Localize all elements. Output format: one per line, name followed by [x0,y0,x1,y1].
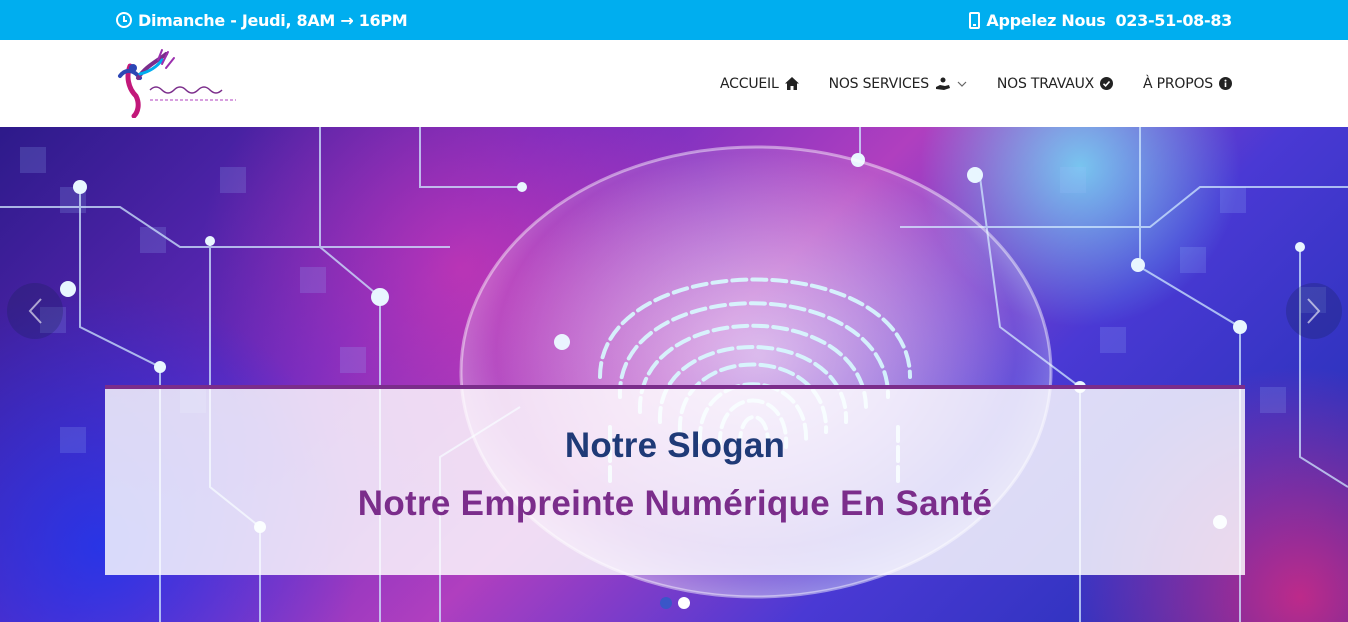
top-info-bar: Dimanche - Jeudi, 8AM → 16PM Appelez Nou… [0,0,1348,40]
nav-travaux[interactable]: NOS TRAVAUX [996,75,1114,92]
main-navbar: ACCUEIL NOS SERVICES NOS TRAVAUX À PROPO… [0,40,1348,127]
chevron-left-icon [28,298,42,324]
slider-dot-1[interactable] [660,597,672,609]
slider-next-button[interactable] [1286,283,1342,339]
chevron-right-icon [1307,298,1321,324]
nav-apropos-label: À PROPOS [1143,75,1213,92]
logo-icon[interactable] [116,48,242,118]
hero-slider: Notre Slogan Notre Empreinte Numérique E… [0,127,1348,622]
opening-hours: Dimanche - Jeudi, 8AM → 16PM [116,0,408,40]
opening-hours-text: Dimanche - Jeudi, 8AM → 16PM [138,10,408,30]
nav-apropos[interactable]: À PROPOS [1143,76,1232,92]
slogan-title: Notre Slogan [564,426,786,465]
info-icon [1219,77,1232,90]
hand-service-icon [935,77,950,90]
slider-prev-button[interactable] [7,283,63,339]
clock-icon [116,12,132,28]
slider-dot-2[interactable] [678,597,690,609]
nav-accueil[interactable]: ACCUEIL [720,76,799,92]
chevron-down-icon [957,81,967,87]
phone-number[interactable]: 023-51-08-83 [1115,11,1232,30]
slide-caption: Notre Slogan Notre Empreinte Numérique E… [105,385,1245,575]
nav-accueil-label: ACCUEIL [720,75,779,92]
slider-indicators [660,597,690,609]
home-icon [784,77,799,90]
mobile-phone-icon [969,11,981,29]
nav-travaux-label: NOS TRAVAUX [996,75,1095,92]
contact-phone[interactable]: Appelez Nous 023-51-08-83 [969,0,1232,40]
call-label: Appelez Nous [986,10,1106,30]
main-menu: ACCUEIL NOS SERVICES NOS TRAVAUX À PROPO… [720,40,1232,127]
nav-services[interactable]: NOS SERVICES [829,76,967,92]
slogan-subtitle: Notre Empreinte Numérique En Santé [357,484,993,523]
check-circle-icon [1100,77,1114,90]
nav-services-label: NOS SERVICES [828,75,930,92]
